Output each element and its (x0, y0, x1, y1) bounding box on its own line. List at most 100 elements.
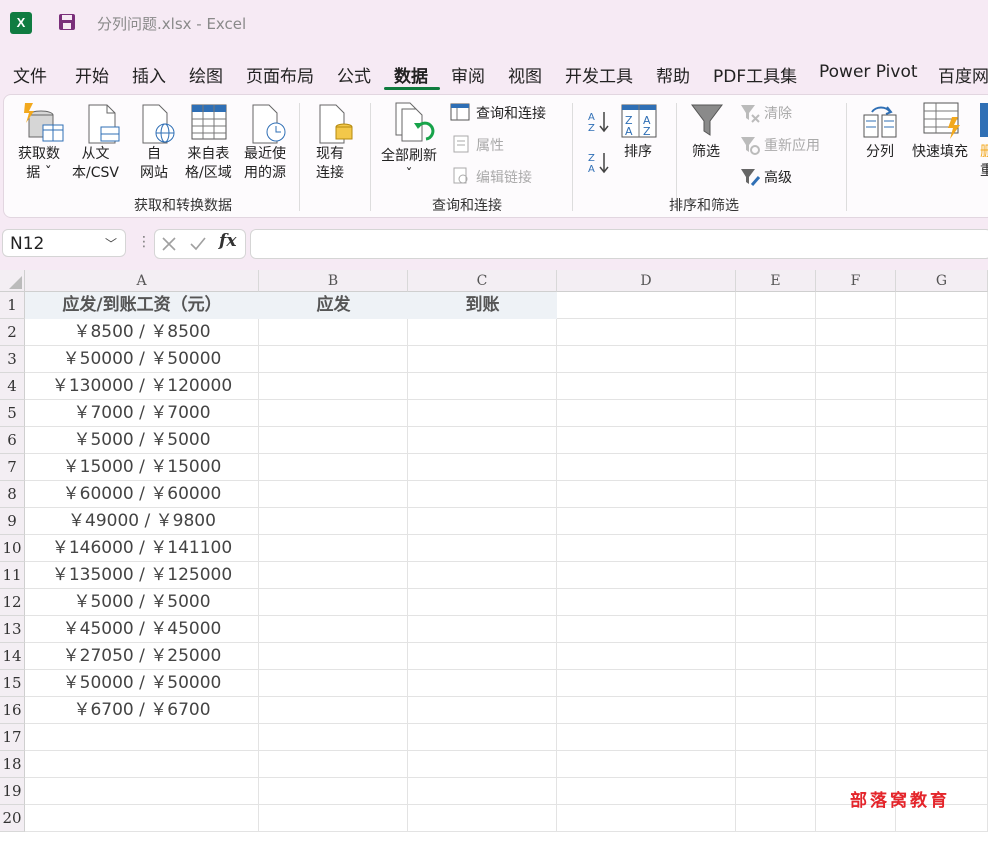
sort-descending-icon[interactable]: Z A (587, 150, 611, 174)
row-header-4[interactable]: 4 (0, 373, 25, 400)
salary-cell[interactable]: ￥5000 / ￥5000 (25, 589, 259, 616)
flash-fill-button[interactable]: 快速填充 (912, 143, 968, 162)
formula-input[interactable] (250, 229, 988, 259)
refresh-all-button[interactable]: 全部刷新 ˇ (381, 147, 437, 185)
from-table-icon (191, 104, 227, 140)
tab-developer[interactable]: 开发工具 (565, 62, 633, 87)
row-header-2[interactable]: 2 (0, 319, 25, 346)
from-text-csv-button[interactable]: 从文 本/CSV (72, 145, 119, 183)
salary-cell[interactable]: ￥8500 / ￥8500 (25, 319, 259, 346)
insert-function-button[interactable]: fx (219, 231, 236, 251)
filter-button[interactable]: 筛选 (692, 143, 720, 162)
tab-baidu[interactable]: 百度网 (938, 62, 988, 87)
salary-cell[interactable]: ￥50000 / ￥50000 (25, 346, 259, 373)
select-all-corner[interactable] (0, 270, 25, 292)
column-header-d[interactable]: D (557, 270, 736, 292)
edit-links-button[interactable]: 编辑链接 (476, 167, 532, 187)
get-data-button[interactable]: 获取数据 ˇ (18, 145, 60, 183)
header-cell-a[interactable]: 应发/到账工资（元） (25, 292, 259, 319)
tab-data[interactable]: 数据 (394, 62, 428, 87)
row-header-5[interactable]: 5 (0, 400, 25, 427)
row-header-9[interactable]: 9 (0, 508, 25, 535)
document-title: 分列问题.xlsx - Excel (97, 15, 247, 33)
tab-formulas[interactable]: 公式 (337, 62, 371, 87)
header-cell-c[interactable]: 到账 (408, 292, 557, 319)
row-header-13[interactable]: 13 (0, 616, 25, 643)
from-web-button[interactable]: 自网站 (140, 145, 168, 183)
salary-cell[interactable]: ￥50000 / ￥50000 (25, 670, 259, 697)
tab-view[interactable]: 视图 (508, 62, 542, 87)
column-header-c[interactable]: C (408, 270, 557, 292)
group-label-get-transform: 获取和转换数据 (134, 198, 232, 214)
text-to-columns-button[interactable]: 分列 (866, 143, 894, 162)
row-header-12[interactable]: 12 (0, 589, 25, 616)
salary-cell[interactable]: ￥5000 / ￥5000 (25, 427, 259, 454)
salary-cell[interactable]: ￥146000 / ￥141100 (25, 535, 259, 562)
salary-cell[interactable]: ￥130000 / ￥120000 (25, 373, 259, 400)
enter-check-icon[interactable] (189, 236, 207, 252)
salary-cell[interactable]: ￥49000 / ￥9800 (25, 508, 259, 535)
splitter-dots-icon[interactable]: ⋮ (137, 234, 151, 250)
sort-ascending-icon[interactable]: A Z (587, 109, 611, 133)
column-header-g[interactable]: G (896, 270, 988, 292)
properties-button[interactable]: 属性 (476, 135, 504, 155)
chevron-down-icon[interactable]: ﹀ (105, 230, 117, 258)
existing-connections-button[interactable]: 现有 连接 (316, 145, 344, 183)
save-icon[interactable] (58, 13, 76, 31)
header-cell-b[interactable]: 应发 (259, 292, 408, 319)
salary-cell[interactable]: ￥45000 / ￥45000 (25, 616, 259, 643)
queries-connections-button[interactable]: 查询和连接 (476, 103, 546, 123)
column-header-a[interactable]: A (25, 270, 259, 292)
row-header-10[interactable]: 10 (0, 535, 25, 562)
row-header-14[interactable]: 14 (0, 643, 25, 670)
row-header-8[interactable]: 8 (0, 481, 25, 508)
tab-power-pivot[interactable]: Power Pivot (819, 62, 918, 82)
row-header-15[interactable]: 15 (0, 670, 25, 697)
sort-button[interactable]: 排序 (624, 143, 652, 162)
formula-controls: fx (154, 229, 246, 259)
column-header-e[interactable]: E (736, 270, 816, 292)
tab-draw[interactable]: 绘图 (189, 62, 223, 87)
salary-cell[interactable]: ￥135000 / ￥125000 (25, 562, 259, 589)
row-header-7[interactable]: 7 (0, 454, 25, 481)
tab-file[interactable]: 文件 (13, 62, 47, 87)
salary-cell[interactable]: ￥27050 / ￥25000 (25, 643, 259, 670)
name-box[interactable]: N12 ﹀ (2, 229, 126, 257)
cancel-icon[interactable] (161, 236, 177, 252)
salary-cell[interactable]: ￥15000 / ￥15000 (25, 454, 259, 481)
row-header-18[interactable]: 18 (0, 751, 25, 778)
edit-links-icon (453, 167, 468, 184)
tab-page-layout[interactable]: 页面布局 (246, 62, 314, 87)
reapply-button[interactable]: 重新应用 (764, 135, 820, 155)
row-header-20[interactable]: 20 (0, 805, 25, 832)
column-header-b[interactable]: B (259, 270, 408, 292)
row-header-16[interactable]: 16 (0, 697, 25, 724)
row-header-19[interactable]: 19 (0, 778, 25, 805)
svg-text:A: A (625, 125, 633, 138)
row-header-17[interactable]: 17 (0, 724, 25, 751)
row-header-11[interactable]: 11 (0, 562, 25, 589)
row-header-1[interactable]: 1 (0, 292, 25, 319)
from-table-range-button[interactable]: 来自表 格/区域 (185, 145, 232, 183)
clear-filter-button[interactable]: 清除 (764, 103, 792, 123)
tab-insert[interactable]: 插入 (132, 62, 166, 87)
watermark-logo: 部落窝教育 (850, 791, 950, 811)
gridline-horizontal (25, 831, 988, 832)
row-header-6[interactable]: 6 (0, 427, 25, 454)
filter-icon (691, 104, 723, 136)
salary-cell[interactable]: ￥60000 / ￥60000 (25, 481, 259, 508)
column-header-f[interactable]: F (816, 270, 896, 292)
spreadsheet-grid[interactable]: A B C D E F G 1 2 3 4 5 6 7 8 9 10 11 12 13 14 15 16 17 18 19 20 应发… (0, 270, 988, 842)
salary-cell[interactable]: ￥7000 / ￥7000 (25, 400, 259, 427)
recent-sources-button[interactable]: 最近使 用的源 (244, 145, 286, 183)
tab-home[interactable]: 开始 (75, 62, 109, 87)
salary-cell[interactable]: ￥6700 / ￥6700 (25, 697, 259, 724)
tab-help[interactable]: 帮助 (656, 62, 690, 87)
from-web-icon (142, 104, 175, 144)
advanced-filter-button[interactable]: 高级 (764, 167, 792, 187)
tab-pdf-tools[interactable]: PDF工具集 (713, 62, 797, 87)
tab-review[interactable]: 审阅 (451, 62, 485, 87)
excel-logo-icon[interactable]: X (10, 12, 32, 34)
remove-duplicates-button[interactable]: 删重 (980, 143, 988, 181)
row-header-3[interactable]: 3 (0, 346, 25, 373)
